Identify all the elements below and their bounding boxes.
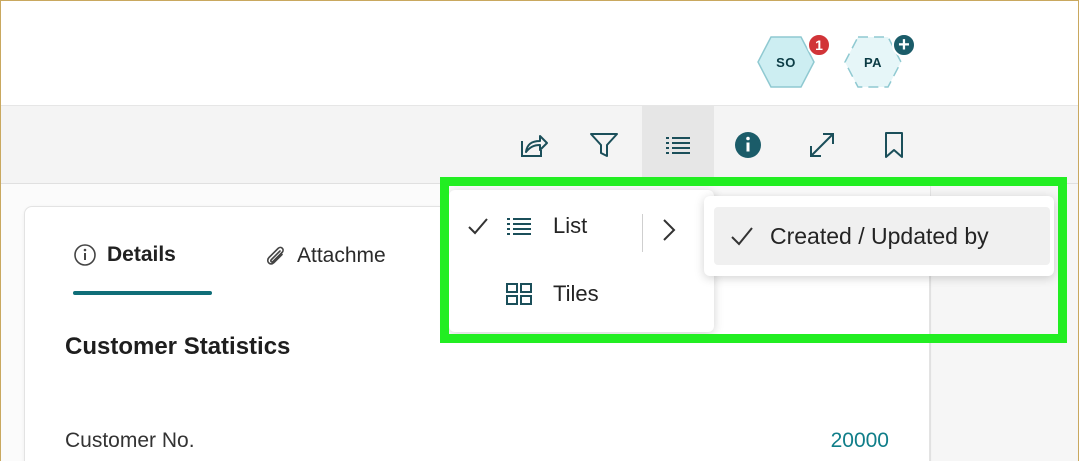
view-menu: List Tiles — [449, 190, 714, 332]
menu-separator — [642, 214, 643, 252]
list-view-icon — [666, 137, 690, 154]
list-submenu: Created / Updated by — [704, 196, 1054, 276]
menu-item-tiles[interactable]: Tiles — [449, 266, 714, 322]
info-outline-icon — [74, 244, 96, 266]
list-icon — [507, 218, 531, 235]
view-layout-button[interactable] — [642, 106, 714, 184]
menu-item-tiles-label: Tiles — [553, 281, 599, 306]
filter-button[interactable] — [576, 106, 632, 184]
page-toolbar — [0, 106, 1079, 184]
menu-item-list[interactable]: List — [449, 198, 714, 254]
checkmark-icon — [731, 227, 753, 246]
bookmark-icon — [885, 132, 903, 158]
bookmark-button[interactable] — [866, 106, 922, 184]
app-header: SO 1 PA + — [0, 0, 1079, 106]
submenu-item-label: Created / Updated by — [770, 222, 989, 249]
avatar-so-initials: SO — [776, 54, 796, 70]
share-button[interactable] — [506, 106, 562, 184]
checkmark-icon — [468, 218, 488, 235]
add-badge[interactable]: + — [892, 33, 916, 57]
tab-details-label: Details — [107, 243, 176, 266]
info-button[interactable] — [720, 106, 776, 184]
customer-no-value[interactable]: 20000 — [831, 429, 889, 453]
tab-attachments-label: Attachme — [297, 244, 386, 267]
filter-icon — [590, 133, 618, 157]
notification-badge: 1 — [807, 33, 831, 57]
avatar-pa-initials: PA — [863, 54, 883, 70]
customer-no-label: Customer No. — [65, 429, 195, 452]
expand-button[interactable] — [794, 106, 850, 184]
menu-item-list-label: List — [553, 213, 588, 238]
submenu-item-created-updated[interactable]: Created / Updated by — [714, 207, 1050, 265]
chevron-right-icon[interactable] — [661, 218, 677, 242]
tiles-icon — [506, 283, 532, 305]
share-icon — [521, 135, 548, 157]
active-tab-indicator — [73, 291, 212, 295]
tab-details[interactable]: Details — [73, 243, 176, 267]
paperclip-icon — [266, 246, 284, 265]
expand-icon — [810, 133, 834, 157]
tab-attachments[interactable]: Attachme — [263, 243, 386, 269]
section-title: Customer Statistics — [65, 333, 291, 360]
info-icon — [735, 132, 761, 158]
